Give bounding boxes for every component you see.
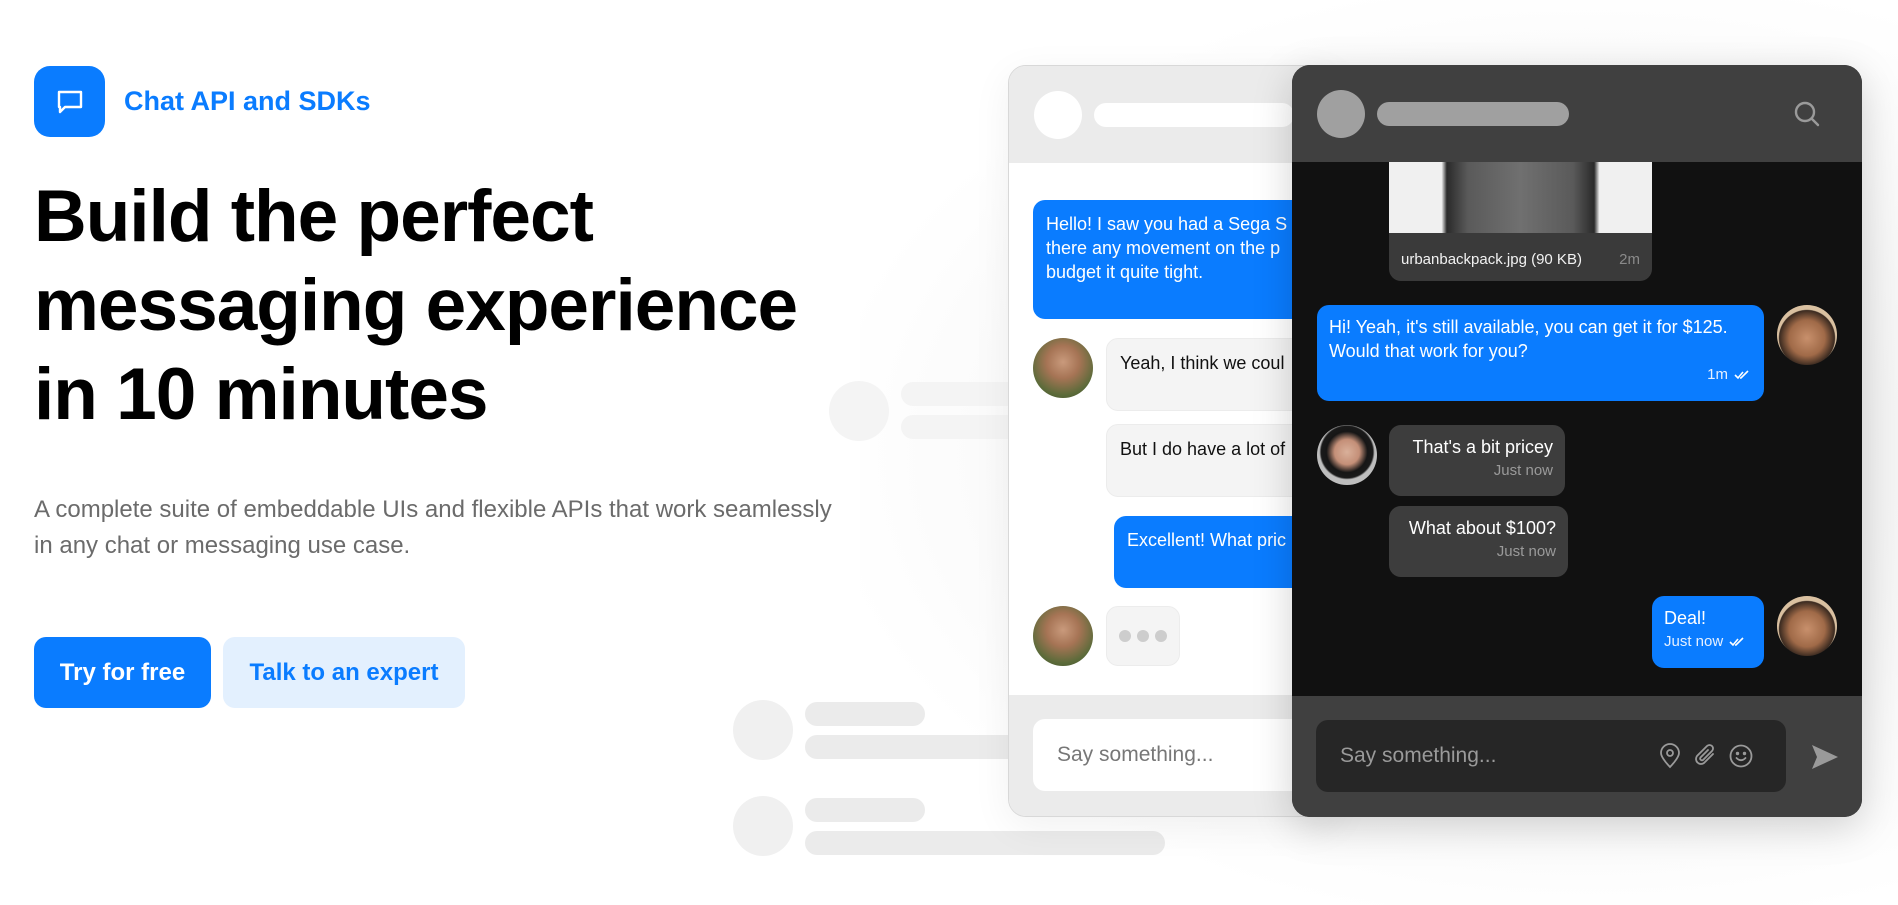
skeleton-avatar bbox=[733, 796, 793, 856]
try-for-free-button[interactable]: Try for free bbox=[34, 637, 211, 708]
dark-chat-composer bbox=[1292, 696, 1862, 817]
skeleton-line bbox=[805, 735, 1035, 759]
location-pin-icon[interactable] bbox=[1657, 743, 1683, 769]
light-chat-preview: Hello! I saw you had a Sega S there any … bbox=[1008, 65, 1338, 817]
headline-line: in 10 minutes bbox=[34, 354, 489, 435]
message-text: Excellent! What pric bbox=[1127, 530, 1287, 550]
avatar bbox=[1033, 338, 1093, 398]
skeleton-line bbox=[805, 702, 925, 726]
light-chat-composer bbox=[1009, 695, 1337, 816]
title-placeholder bbox=[1094, 103, 1294, 127]
avatar bbox=[1317, 425, 1377, 485]
send-icon[interactable] bbox=[1810, 742, 1840, 772]
message-text: But I do have a lot of bbox=[1120, 439, 1286, 459]
emoji-icon[interactable] bbox=[1728, 743, 1754, 769]
message-time: Just now bbox=[1664, 633, 1724, 650]
message-meta: 1m bbox=[1329, 365, 1752, 385]
message-time: 1m bbox=[1707, 366, 1728, 383]
message-time: Just now bbox=[1496, 543, 1556, 560]
avatar bbox=[1033, 606, 1093, 666]
attachment-filename: urbanbackpack.jpg (90 KB) bbox=[1401, 251, 1582, 268]
message-bubble-outgoing: Deal! Just now bbox=[1652, 596, 1764, 668]
page-title: Build the perfect messaging experience i… bbox=[34, 172, 934, 439]
message-time: Just now bbox=[1493, 462, 1553, 479]
dark-chat-preview: urbanbackpack.jpg (90 KB) 2m Hi! Yeah, i… bbox=[1292, 65, 1862, 817]
message-meta: Just now bbox=[1664, 632, 1752, 652]
attachment-time: 2m bbox=[1619, 251, 1640, 268]
avatar-placeholder bbox=[1034, 91, 1082, 139]
skeleton-line bbox=[805, 798, 925, 822]
avatar-placeholder bbox=[1317, 90, 1365, 138]
search-icon[interactable] bbox=[1792, 99, 1822, 129]
title-placeholder bbox=[1377, 102, 1569, 126]
message-input-container bbox=[1316, 720, 1786, 792]
brand: Chat API and SDKs bbox=[34, 66, 371, 137]
avatar bbox=[1777, 596, 1837, 656]
message-text: Yeah, I think we coul bbox=[1120, 353, 1285, 373]
read-receipt-icon bbox=[1729, 637, 1744, 647]
brand-name: Chat API and SDKs bbox=[124, 86, 371, 116]
message-bubble-incoming: What about $100? Just now bbox=[1389, 506, 1568, 577]
headline-line: messaging experience bbox=[34, 265, 798, 346]
avatar bbox=[1777, 305, 1837, 365]
message-text: Hi! Yeah, it's still available, you can … bbox=[1329, 317, 1728, 337]
message-text: Would that work for you? bbox=[1329, 341, 1528, 361]
chat-bubble-icon bbox=[34, 66, 105, 137]
message-bubble-incoming: That's a bit pricey Just now bbox=[1389, 425, 1565, 496]
message-input[interactable] bbox=[1316, 720, 1636, 792]
talk-to-expert-button[interactable]: Talk to an expert bbox=[223, 637, 465, 708]
read-receipt-icon bbox=[1734, 370, 1749, 380]
headline-line: Build the perfect bbox=[34, 176, 594, 257]
subtitle-line: A complete suite of embeddable UIs and f… bbox=[34, 496, 832, 523]
subtitle-line: in any chat or messaging use case. bbox=[34, 532, 411, 559]
message-text: Deal! bbox=[1664, 608, 1707, 628]
light-chat-header bbox=[1009, 66, 1337, 163]
message-text: What about $100? bbox=[1408, 518, 1556, 538]
typing-indicator bbox=[1106, 606, 1180, 666]
dark-chat-header bbox=[1292, 65, 1862, 162]
subtitle: A complete suite of embeddable UIs and f… bbox=[34, 492, 914, 564]
paperclip-icon[interactable] bbox=[1693, 743, 1719, 769]
message-bubble-outgoing: Hi! Yeah, it's still available, you can … bbox=[1317, 305, 1764, 401]
skeleton-line bbox=[805, 831, 1165, 855]
skeleton-avatar bbox=[733, 700, 793, 760]
message-text: That's a bit pricey bbox=[1412, 437, 1554, 457]
